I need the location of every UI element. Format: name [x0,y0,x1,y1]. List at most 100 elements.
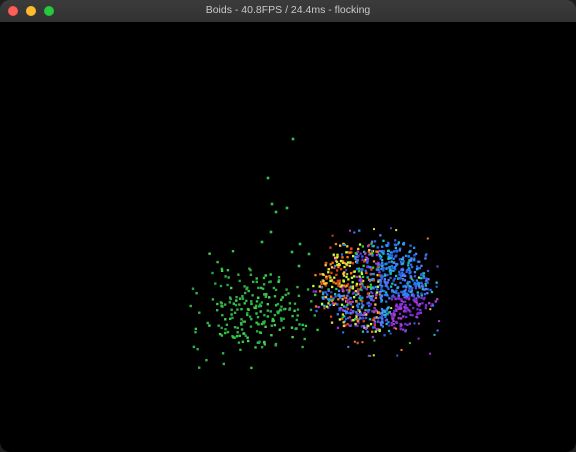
boid [282,308,286,311]
boid [386,273,389,277]
boid [208,324,211,327]
boid [367,245,370,248]
boid [355,300,358,303]
boid [214,282,217,285]
boid [407,309,411,312]
boid [395,250,399,253]
boid [389,272,392,275]
boid [422,272,426,275]
boid [272,286,276,290]
boid [338,279,341,282]
boid [370,268,373,271]
boid [373,307,376,310]
boid [238,279,241,283]
boid [303,337,306,341]
boid [226,283,229,287]
boid [399,281,402,284]
boid [420,281,423,284]
boid [436,329,439,332]
boid [322,279,325,283]
boid [390,285,393,288]
boid [399,328,402,331]
boid [411,266,414,269]
boid [376,288,379,291]
boid [398,258,401,261]
boid [291,335,294,339]
boid [358,275,361,278]
title-bar[interactable]: Boids - 40.8FPS / 24.4ms - flocking [0,0,576,23]
boid [314,305,318,308]
boid [405,297,408,300]
boid [346,307,350,310]
boid [390,307,393,310]
boid [342,272,345,275]
boid [327,268,330,271]
boid [355,282,359,286]
boid [397,294,400,297]
boid [402,310,406,313]
boid [395,321,399,325]
boid [316,328,319,332]
boid [345,289,348,292]
boid [243,285,246,288]
boid [407,293,410,296]
boid [373,228,375,231]
boid [341,298,344,301]
boid [390,315,394,318]
boid [404,292,407,295]
boid [340,268,343,271]
boid [393,277,396,280]
boid [403,296,406,299]
boid [357,254,360,257]
boid [364,327,368,330]
boid [216,309,219,312]
boid [344,285,347,288]
boid [419,308,422,312]
boid [360,271,363,274]
boid [266,315,269,318]
boid [426,237,429,240]
simulation-canvas[interactable] [0,22,576,452]
boid [228,296,232,299]
boid [416,267,419,270]
boid [334,282,337,285]
boid [351,292,355,295]
boid [358,313,361,316]
boid [394,283,397,287]
boid [234,303,238,307]
boid [372,299,375,302]
boid [350,272,353,275]
boid [366,265,369,269]
boid [356,250,359,253]
boid [378,293,381,296]
boid [269,230,273,234]
boid [293,302,297,305]
boid [398,249,401,252]
boid [367,324,370,328]
boid [220,326,223,330]
boid [238,303,241,306]
boid [407,264,410,267]
boid [346,311,349,314]
boid [329,263,332,266]
boid [264,325,267,328]
boid [374,285,377,289]
boid [399,307,402,310]
boid [329,279,332,282]
boid [390,227,392,230]
boid [219,301,223,304]
boid [312,284,315,288]
boid [386,253,389,256]
boid [238,334,241,337]
boid [258,340,261,343]
boid [413,275,417,278]
boid [346,273,349,276]
boid [329,315,333,318]
boid [230,308,233,311]
boid [287,292,290,295]
boid [410,287,414,290]
boid [404,254,408,257]
boid [270,324,273,327]
boid [423,293,427,296]
boid [235,299,238,302]
